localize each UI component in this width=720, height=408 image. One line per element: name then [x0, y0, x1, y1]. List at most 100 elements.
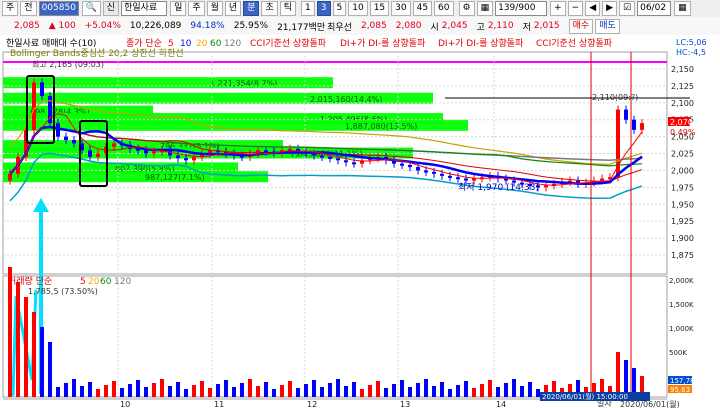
minute-15-button[interactable]: 15: [369, 1, 390, 16]
price-tick-label: 1,975: [671, 183, 694, 192]
stock-code-input[interactable]: 005850: [38, 1, 79, 16]
stock-toolbar: 주 전 005850 🔍 신 한일사료 일 주 월 년 분 초 틱 1 3 5 …: [0, 0, 720, 18]
volume-bar: [312, 380, 316, 397]
price-tick-label: 2,125: [671, 82, 694, 91]
volume-tick-label: 1,000K: [669, 325, 694, 333]
price-tick-label: 2,000: [671, 166, 694, 175]
low-label: 저: [522, 22, 531, 33]
volume-bar: [520, 386, 524, 397]
volume-bar: [72, 379, 76, 397]
current-price: 2,085: [14, 21, 40, 31]
minute-group: 1 3 5 10 15 30 45 60: [301, 1, 455, 16]
period-year-button[interactable]: 년: [224, 1, 242, 16]
volume-bar: [504, 383, 508, 397]
signal-label-1: CCI기준선 상향돌파: [250, 37, 327, 49]
volume-value: 10,226,089: [129, 21, 182, 31]
volume-bar: [376, 381, 380, 397]
market-select[interactable]: 주: [2, 1, 19, 16]
calendar-icon[interactable]: ▦: [674, 1, 691, 16]
volume-bar: [488, 380, 492, 397]
volume-bar: [280, 385, 284, 397]
volume-bar: [264, 382, 268, 397]
volume-profile-bar: [3, 171, 268, 183]
footer-date: 2020/06/01(월): [620, 399, 680, 408]
buy-button[interactable]: 매수: [568, 18, 594, 34]
volume-bar: [88, 382, 92, 397]
volume-bar: [168, 386, 172, 397]
period-month-button[interactable]: 월: [206, 1, 223, 16]
scroll-left-icon[interactable]: ◀: [585, 1, 601, 16]
volume-tick-label: 1,500K: [669, 301, 694, 309]
volume-bar: [616, 352, 620, 397]
minute-5-button[interactable]: 5: [332, 1, 347, 16]
ma-period-10: 10: [180, 39, 192, 49]
ma-label: 종가 단순: [126, 38, 162, 49]
volume-bar: [128, 384, 132, 397]
price-tick-label: 1,950: [671, 200, 694, 209]
chart-title: 한일사료 매매대 수(10): [6, 38, 96, 49]
volume-bar: [32, 312, 36, 397]
volume-bar: [160, 379, 164, 397]
trade-amount: 21,177백만: [277, 22, 326, 33]
volume-bar: [408, 387, 412, 397]
candle-body: [456, 177, 460, 180]
volume-bar: [16, 282, 20, 397]
minute-30-button[interactable]: 30: [391, 1, 411, 16]
top-right-note-2: HC:-4,5: [676, 48, 706, 57]
period-tick-button[interactable]: 틱: [279, 1, 297, 16]
candle-body: [112, 143, 116, 147]
candle-body: [336, 158, 340, 161]
zoom-in-icon[interactable]: +: [550, 1, 566, 16]
candle-body: [640, 123, 644, 130]
minute-60-button[interactable]: 60: [434, 1, 454, 16]
candle-body: [432, 171, 436, 174]
period-day-button[interactable]: 일: [170, 1, 187, 16]
volume-bar: [448, 389, 452, 397]
candle-body: [448, 175, 452, 178]
minute-1-button[interactable]: 1: [301, 1, 315, 16]
search-icon[interactable]: 🔍: [81, 1, 101, 16]
vol-period-60: 60: [100, 277, 112, 287]
open-price: 2,045: [441, 21, 468, 31]
minute-10-button[interactable]: 10: [348, 1, 368, 16]
stock-chart[interactable]: 한일사료 매매대 수(10) 종가 단순 5 10 20 60 120 CCI기…: [0, 35, 720, 408]
exchange-select[interactable]: 전: [20, 1, 37, 16]
volume-bar: [152, 383, 156, 397]
candle-body: [408, 165, 412, 168]
date-input[interactable]: 06/02: [637, 1, 672, 16]
period-minute-button[interactable]: 분: [243, 1, 260, 16]
vol-period-5: 5: [80, 277, 86, 287]
bollinger-label: Bollinger Bands중심선 20,2 상한선 하한선: [10, 48, 184, 59]
volume-bar: [208, 388, 212, 397]
volume-bar: [56, 387, 60, 397]
candle-body: [424, 170, 428, 173]
chart-type-icon[interactable]: ▦: [476, 1, 494, 16]
candle-body: [400, 163, 404, 166]
volume-bar: [112, 381, 116, 397]
volume-bar: [240, 383, 244, 397]
count-input[interactable]: 139/900: [495, 1, 548, 16]
volume-bar: [528, 382, 532, 397]
period-week-button[interactable]: 주: [188, 1, 205, 16]
zoom-out-icon[interactable]: −: [567, 1, 584, 16]
volume-bar: [440, 382, 444, 397]
signal-label-4: CCI기준선 상향돌파: [536, 37, 613, 49]
candle-body: [352, 162, 356, 165]
calendar-checkbox[interactable]: ☑: [619, 1, 636, 16]
volume-note: 1,785,5 (73.50%): [28, 287, 98, 296]
high-note: 최고 2,165 (09:03): [32, 59, 104, 69]
volume-tick-label: 2,000K: [669, 277, 694, 285]
volume-bar: [272, 389, 276, 397]
minute-45-button[interactable]: 45: [412, 1, 433, 16]
price-tick-label: 2,150: [671, 65, 694, 74]
sell-button[interactable]: 매도: [595, 18, 620, 34]
scroll-right-icon[interactable]: ▶: [602, 1, 618, 16]
minute-3-button[interactable]: 3: [316, 1, 331, 16]
price-tick-label: 1,900: [671, 234, 694, 243]
settings-icon[interactable]: ⚙: [458, 1, 475, 16]
period-second-button[interactable]: 초: [261, 1, 278, 16]
volume-bar: [464, 381, 468, 397]
open-label: 시: [430, 22, 439, 33]
signal-label-3: DI+가 DI-를 상향돌파: [438, 37, 524, 49]
volume-profile-label: 1,221,354(8.7%): [210, 79, 277, 88]
